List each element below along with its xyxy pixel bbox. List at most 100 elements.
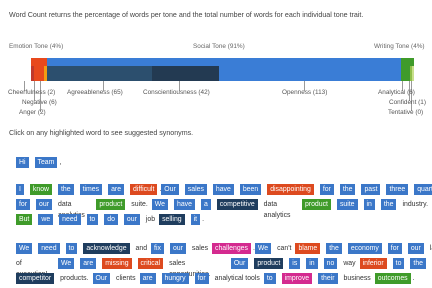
highlighted-word[interactable]: we: [38, 214, 54, 225]
trait-label-openness: Openness (113): [282, 89, 328, 96]
highlighted-word[interactable]: We: [151, 199, 168, 210]
synonym-hint-text: Click on any highlighted word to see sug…: [9, 129, 194, 137]
trait-label-cheerfulness: Cheerfulness (2): [8, 89, 56, 96]
highlighted-word[interactable]: do: [104, 214, 118, 225]
highlighted-word[interactable]: are: [139, 273, 156, 284]
highlighted-word[interactable]: for: [194, 273, 209, 284]
highlighted-word[interactable]: our: [123, 214, 140, 225]
tone-bar-segment-agreeableness[interactable]: [47, 58, 152, 81]
plain-text: job: [145, 216, 156, 223]
highlighted-word[interactable]: are: [108, 184, 125, 195]
emotion-tone-label: Emotion Tone (4%): [9, 43, 64, 50]
highlighted-word[interactable]: competitor: [16, 273, 55, 284]
highlighted-word[interactable]: for: [387, 243, 402, 254]
highlighted-word[interactable]: quarters: [414, 184, 432, 195]
highlighted-word[interactable]: critical: [137, 258, 164, 269]
tone-bar-segment-conscientiousness[interactable]: [151, 58, 220, 81]
highlighted-word[interactable]: need: [59, 214, 81, 225]
highlighted-word[interactable]: have: [174, 199, 195, 210]
highlighted-word[interactable]: We: [58, 258, 75, 269]
highlighted-word[interactable]: challenges: [212, 243, 251, 254]
highlighted-word[interactable]: I: [16, 184, 24, 195]
social-tone-label: Social Tone (91%): [193, 43, 245, 50]
highlighted-word[interactable]: improve: [281, 273, 313, 284]
highlighted-word[interactable]: missing: [102, 258, 132, 269]
highlighted-word[interactable]: it: [190, 214, 201, 225]
highlighted-word[interactable]: no: [323, 258, 338, 269]
highlighted-word[interactable]: inferior: [359, 258, 387, 269]
highlighted-word[interactable]: hungry: [161, 273, 189, 284]
tone-bar-segment-tentative[interactable]: [412, 58, 414, 81]
tone-bar-segment-negative[interactable]: [34, 58, 44, 81]
highlighted-word[interactable]: to: [65, 243, 78, 254]
highlighted-word[interactable]: for: [319, 184, 334, 195]
plain-text: of execution!: [16, 260, 47, 278]
highlighted-word[interactable]: the: [58, 184, 74, 195]
highlighted-word[interactable]: to: [392, 258, 405, 269]
highlighted-word[interactable]: product: [301, 199, 331, 210]
highlighted-word[interactable]: are: [80, 258, 97, 269]
paragraph-3-line: We need to acknowledge and fix our sales challen…: [16, 242, 432, 255]
highlighted-word[interactable]: to: [86, 214, 99, 225]
paragraph-2-line: Iknowthetimesaredifficult.Oursaleshavebe…: [16, 183, 432, 196]
highlighted-word[interactable]: outcomes: [374, 273, 411, 284]
plain-text: business: [343, 275, 371, 282]
plain-text: suite.: [131, 201, 148, 208]
highlighted-word[interactable]: acknowledge: [83, 243, 130, 254]
highlighted-word[interactable]: is: [289, 258, 301, 269]
highlighted-word[interactable]: Our: [92, 273, 111, 284]
highlighted-word[interactable]: We: [254, 243, 272, 254]
highlighted-word[interactable]: Hi: [16, 157, 29, 168]
highlighted-word[interactable]: difficult: [130, 184, 158, 195]
highlighted-word[interactable]: to: [263, 273, 276, 284]
highlighted-word[interactable]: in: [363, 199, 375, 210]
paragraph-3-line: of execution! Weare missing critical sales o…: [16, 257, 432, 278]
plain-text: .: [202, 216, 205, 223]
highlighted-word[interactable]: have: [212, 184, 234, 195]
highlighted-word[interactable]: product: [254, 258, 284, 269]
plain-text: analytical tools: [214, 275, 260, 282]
highlighted-word[interactable]: three: [386, 184, 409, 195]
highlighted-word[interactable]: selling: [159, 214, 185, 225]
paragraph-2-line: forour data analytics product suite.Wehavea…: [16, 198, 432, 219]
tone-bar-segment-openness[interactable]: [219, 58, 401, 81]
highlighted-word[interactable]: economy: [347, 243, 382, 254]
highlighted-word[interactable]: times: [79, 184, 103, 195]
intro-text: Word Count returns the percentage of wor…: [9, 11, 364, 19]
paragraph-3-line: competitor products. Our clients are hungry fo…: [16, 272, 415, 285]
highlighted-word[interactable]: Our: [161, 184, 179, 195]
highlighted-word[interactable]: the: [326, 243, 342, 254]
highlighted-word[interactable]: past: [361, 184, 381, 195]
paragraph-1-line: Hi Team,: [16, 156, 61, 169]
highlighted-word[interactable]: need: [38, 243, 60, 254]
highlighted-word[interactable]: in: [306, 258, 318, 269]
plain-text: products.: [60, 275, 89, 282]
highlighted-word[interactable]: competitive: [216, 199, 258, 210]
highlighted-word[interactable]: the: [410, 258, 426, 269]
highlighted-word[interactable]: Our: [230, 258, 249, 269]
highlighted-word[interactable]: Team: [34, 157, 58, 168]
highlighted-word[interactable]: been: [239, 184, 262, 195]
highlighted-word[interactable]: the: [380, 199, 397, 210]
highlighted-word[interactable]: the: [339, 184, 356, 195]
trait-label-anger: Anger (2): [19, 109, 46, 116]
highlighted-word[interactable]: We: [16, 243, 33, 254]
plain-text: ,: [59, 159, 62, 166]
highlighted-word[interactable]: our: [407, 243, 424, 254]
highlighted-word[interactable]: blame: [295, 243, 321, 254]
highlighted-word[interactable]: know: [29, 184, 53, 195]
highlighted-word[interactable]: our: [36, 199, 53, 210]
highlighted-word[interactable]: for: [16, 199, 31, 210]
highlighted-word[interactable]: our: [169, 243, 186, 254]
highlighted-word[interactable]: But: [16, 214, 33, 225]
highlighted-word[interactable]: product: [96, 199, 126, 210]
highlighted-word[interactable]: suite: [336, 199, 358, 210]
highlighted-word[interactable]: fix: [151, 243, 164, 254]
writing-tone-label: Writing Tone (4%): [374, 43, 425, 50]
highlighted-word[interactable]: disappointing: [267, 184, 314, 195]
tone-bar-segment-analytical[interactable]: [400, 58, 411, 81]
plain-text: industry.: [402, 201, 428, 208]
highlighted-word[interactable]: sales: [184, 184, 207, 195]
highlighted-word[interactable]: a: [200, 199, 211, 210]
highlighted-word[interactable]: their: [318, 273, 338, 284]
